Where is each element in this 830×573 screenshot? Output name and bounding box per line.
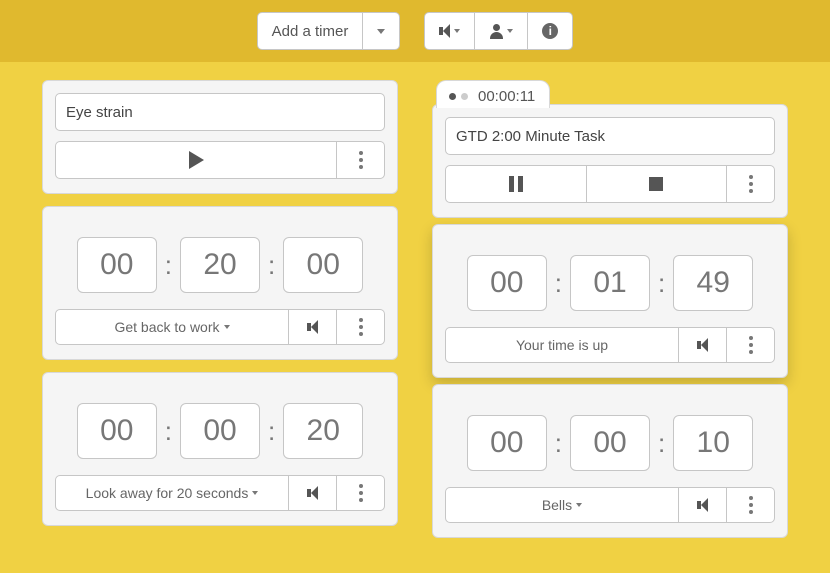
kebab-icon: [359, 318, 363, 336]
user-button[interactable]: [475, 12, 528, 50]
volume-icon: [307, 320, 318, 334]
hours-input[interactable]: 00: [77, 237, 157, 293]
timer-header-section: [42, 80, 398, 194]
user-icon: [489, 24, 503, 39]
interval-message-display[interactable]: Your time is up: [445, 327, 679, 363]
next-interval-section: 00 : 00 : 10 Bells: [432, 384, 788, 538]
timer-controls: [445, 165, 775, 203]
colon: :: [268, 416, 275, 447]
timer-controls: [55, 141, 385, 179]
chevron-down-icon: [252, 491, 258, 495]
chevron-down-icon: [224, 325, 230, 329]
minutes-input[interactable]: 00: [180, 403, 260, 459]
interval-action-row: Bells: [445, 487, 775, 523]
interval-message-dropdown[interactable]: Look away for 20 seconds: [55, 475, 289, 511]
chevron-down-icon: [507, 29, 513, 33]
interval-message-label: Bells: [542, 497, 572, 513]
add-timer-button[interactable]: Add a timer: [257, 12, 364, 50]
minutes-input[interactable]: 00: [570, 415, 650, 471]
dot: [461, 93, 468, 100]
add-timer-group: Add a timer: [257, 12, 401, 50]
interval-menu-button[interactable]: [727, 327, 775, 363]
seconds-input[interactable]: 10: [673, 415, 753, 471]
volume-button[interactable]: [424, 12, 475, 50]
volume-icon: [697, 498, 708, 512]
content: 00 : 20 : 00 Get back to work: [0, 62, 830, 544]
interval-message-label: Get back to work: [114, 319, 219, 335]
interval-sound-button[interactable]: [679, 327, 727, 363]
timer-header-section: [432, 104, 788, 218]
hours-input[interactable]: 00: [77, 403, 157, 459]
kebab-icon: [749, 175, 753, 193]
timer-card-left: 00 : 20 : 00 Get back to work: [42, 80, 398, 532]
play-icon: [189, 151, 204, 169]
pause-icon: [509, 176, 523, 192]
interval-sound-button[interactable]: [289, 475, 337, 511]
time-row: 00 : 00 : 10: [445, 415, 775, 471]
kebab-icon: [359, 484, 363, 502]
chevron-down-icon: [576, 503, 582, 507]
timer-card-right: 00:00:11 00 : 01 : 49: [432, 104, 788, 544]
colon: :: [268, 250, 275, 281]
chevron-down-icon: [377, 29, 385, 34]
work-interval-section: 00 : 20 : 00 Get back to work: [42, 206, 398, 360]
running-tab[interactable]: 00:00:11: [436, 80, 550, 108]
pause-button[interactable]: [445, 165, 587, 203]
interval-action-row: Your time is up: [445, 327, 775, 363]
rest-interval-section: 00 : 00 : 20 Look away for 20 seconds: [42, 372, 398, 526]
interval-action-row: Get back to work: [55, 309, 385, 345]
timer-menu-button[interactable]: [727, 165, 775, 203]
topbar-icons-group: i: [424, 12, 573, 50]
stop-icon: [649, 177, 663, 191]
timer-title-input[interactable]: [445, 117, 775, 155]
interval-message-dropdown[interactable]: Get back to work: [55, 309, 289, 345]
stop-button[interactable]: [587, 165, 728, 203]
hours-input[interactable]: 00: [467, 255, 547, 311]
running-elapsed: 00:00:11: [478, 88, 535, 105]
interval-message-label: Look away for 20 seconds: [86, 485, 249, 501]
seconds-input[interactable]: 20: [283, 403, 363, 459]
time-row: 00 : 20 : 00: [55, 237, 385, 293]
time-row: 00 : 01 : 49: [445, 255, 775, 311]
interval-message-dropdown[interactable]: Bells: [445, 487, 679, 523]
active-interval-section: 00 : 01 : 49 Your time is up: [432, 224, 788, 378]
play-button[interactable]: [55, 141, 337, 179]
timer-menu-button[interactable]: [337, 141, 385, 179]
interval-menu-button[interactable]: [727, 487, 775, 523]
interval-menu-button[interactable]: [337, 309, 385, 345]
colon: :: [165, 250, 172, 281]
interval-action-row: Look away for 20 seconds: [55, 475, 385, 511]
kebab-icon: [359, 151, 363, 169]
hours-input[interactable]: 00: [467, 415, 547, 471]
tab-dots: [449, 93, 468, 100]
seconds-input[interactable]: 49: [673, 255, 753, 311]
topbar: Add a timer i: [0, 0, 830, 62]
dot-active: [449, 93, 456, 100]
chevron-down-icon: [454, 29, 460, 33]
minutes-input[interactable]: 01: [570, 255, 650, 311]
interval-message-label: Your time is up: [516, 337, 608, 353]
minutes-input[interactable]: 20: [180, 237, 260, 293]
colon: :: [555, 428, 562, 459]
volume-icon: [439, 24, 450, 38]
volume-icon: [307, 486, 318, 500]
colon: :: [555, 268, 562, 299]
info-icon: i: [542, 23, 558, 39]
colon: :: [658, 428, 665, 459]
info-button[interactable]: i: [528, 12, 573, 50]
kebab-icon: [749, 496, 753, 514]
volume-icon: [697, 338, 708, 352]
timer-title-input[interactable]: [55, 93, 385, 131]
kebab-icon: [749, 336, 753, 354]
colon: :: [658, 268, 665, 299]
colon: :: [165, 416, 172, 447]
interval-menu-button[interactable]: [337, 475, 385, 511]
add-timer-dropdown[interactable]: [363, 12, 400, 50]
seconds-input[interactable]: 00: [283, 237, 363, 293]
time-row: 00 : 00 : 20: [55, 403, 385, 459]
interval-sound-button[interactable]: [679, 487, 727, 523]
interval-sound-button[interactable]: [289, 309, 337, 345]
